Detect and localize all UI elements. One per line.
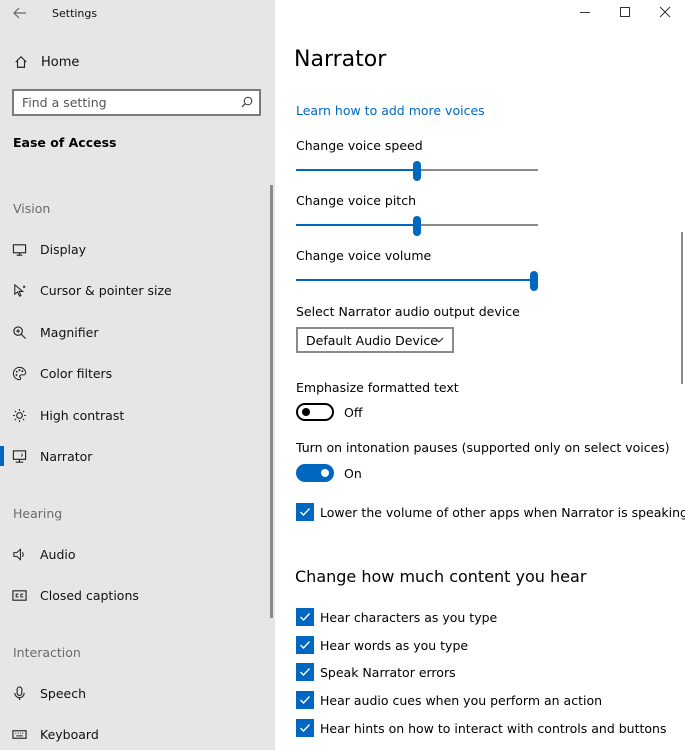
- sidebar-item-keyboard[interactable]: Keyboard: [0, 722, 270, 746]
- voice-speed-label: Change voice speed: [296, 138, 423, 153]
- brightness-icon: [12, 408, 27, 423]
- home-link[interactable]: Home: [14, 52, 79, 72]
- narrator-icon: [12, 449, 27, 464]
- section-title: Ease of Access: [13, 135, 117, 150]
- intonation-state: On: [344, 466, 362, 481]
- checkmark-icon: [296, 636, 314, 654]
- page-title: Narrator: [294, 47, 387, 72]
- sidebar-item-audio[interactable]: Audio: [0, 542, 270, 566]
- sidebar-item-closed-captions[interactable]: Closed captions: [0, 583, 270, 607]
- slider-thumb[interactable]: [413, 161, 421, 181]
- sidebar: Settings Home Ease of Access Vision Disp…: [0, 0, 275, 750]
- close-icon[interactable]: [657, 4, 673, 20]
- sidebar-item-label: Display: [40, 241, 87, 257]
- group-heading-interaction: Interaction: [13, 645, 81, 660]
- intonation-toggle[interactable]: [296, 464, 334, 482]
- window-title: Settings: [52, 7, 98, 20]
- sidebar-item-cursor-pointer-size[interactable]: Cursor & pointer size: [0, 278, 270, 302]
- sidebar-item-label: Speech: [40, 685, 87, 701]
- monitor-icon: [12, 242, 27, 257]
- slider-thumb[interactable]: [413, 216, 421, 236]
- sidebar-item-label: Narrator: [40, 448, 93, 464]
- maximize-icon[interactable]: [617, 4, 633, 20]
- intonation-label: Turn on intonation pauses (supported onl…: [296, 440, 670, 455]
- checkmark-icon: [296, 503, 314, 521]
- sidebar-item-label: Magnifier: [40, 324, 99, 340]
- sidebar-item-label: Keyboard: [40, 726, 99, 742]
- voice-pitch-slider[interactable]: [296, 215, 538, 236]
- voice-volume-slider[interactable]: [296, 270, 538, 291]
- home-label: Home: [41, 54, 80, 70]
- audio-device-label: Select Narrator audio output device: [296, 304, 520, 319]
- slider-thumb[interactable]: [530, 271, 538, 291]
- emphasize-toggle[interactable]: [296, 403, 334, 421]
- sidebar-item-label: Closed captions: [40, 587, 139, 603]
- main-scrollbar[interactable]: [681, 232, 683, 384]
- lower-volume-checkbox[interactable]: Lower the volume of other apps when Narr…: [296, 503, 685, 521]
- speak-errors-checkbox[interactable]: Speak Narrator errors: [296, 663, 456, 681]
- checkmark-icon: [296, 608, 314, 626]
- sidebar-item-color-filters[interactable]: Color filters: [0, 361, 270, 385]
- search-input[interactable]: [14, 91, 224, 114]
- cc-icon: [12, 588, 27, 603]
- audio-device-value: Default Audio Device: [306, 332, 438, 348]
- sidebar-scrollbar[interactable]: [270, 185, 273, 618]
- sidebar-item-high-contrast[interactable]: High contrast: [0, 403, 270, 427]
- hear-words-checkbox[interactable]: Hear words as you type: [296, 636, 468, 654]
- microphone-icon: [12, 685, 27, 701]
- emphasize-state: Off: [344, 405, 363, 420]
- sidebar-item-label: High contrast: [40, 407, 125, 423]
- keyboard-icon: [12, 727, 27, 742]
- hear-hints-checkbox[interactable]: Hear hints on how to interact with contr…: [296, 719, 666, 737]
- speaker-icon: [12, 547, 27, 562]
- add-voices-link[interactable]: Learn how to add more voices: [296, 103, 485, 118]
- home-icon: [15, 55, 27, 68]
- audio-device-dropdown[interactable]: Default Audio Device: [296, 327, 454, 353]
- checkbox-label: Speak Narrator errors: [320, 664, 456, 680]
- sidebar-item-speech[interactable]: Speech: [0, 681, 270, 705]
- voice-speed-slider[interactable]: [296, 160, 538, 181]
- sidebar-item-magnifier[interactable]: Magnifier: [0, 320, 270, 344]
- voice-pitch-label: Change voice pitch: [296, 193, 416, 208]
- group-heading-vision: Vision: [13, 201, 51, 216]
- emphasize-label: Emphasize formatted text: [296, 380, 459, 395]
- checkbox-label: Hear characters as you type: [320, 609, 498, 625]
- checkbox-label: Hear hints on how to interact with contr…: [320, 720, 667, 736]
- title-bar: Settings: [0, 0, 275, 28]
- voice-volume-label: Change voice volume: [296, 248, 432, 263]
- back-arrow-icon[interactable]: [12, 5, 28, 21]
- minimize-icon[interactable]: [577, 4, 593, 20]
- checkbox-label: Hear words as you type: [320, 637, 469, 653]
- audio-cues-checkbox[interactable]: Hear audio cues when you perform an acti…: [296, 691, 602, 709]
- checkbox-label: Lower the volume of other apps when Narr…: [320, 504, 685, 520]
- color-palette-icon: [12, 366, 27, 381]
- sidebar-item-label: Cursor & pointer size: [40, 282, 172, 298]
- checkmark-icon: [296, 719, 314, 737]
- chevron-down-icon: [434, 337, 444, 343]
- checkmark-icon: [296, 691, 314, 709]
- search-box[interactable]: [12, 89, 261, 116]
- search-icon[interactable]: [241, 96, 253, 108]
- checkbox-label: Hear audio cues when you perform an acti…: [320, 692, 603, 708]
- magnifier-icon: [12, 325, 27, 340]
- sidebar-item-label: Audio: [40, 546, 76, 562]
- content-heading: Change how much content you hear: [295, 567, 587, 586]
- hear-characters-checkbox[interactable]: Hear characters as you type: [296, 608, 497, 626]
- main-pane: Narrator Learn how to add more voices Ch…: [275, 0, 685, 750]
- sidebar-item-narrator[interactable]: Narrator: [0, 444, 270, 468]
- sidebar-item-label: Color filters: [40, 365, 113, 381]
- cursor-icon: [12, 283, 27, 298]
- group-heading-hearing: Hearing: [13, 506, 63, 521]
- checkmark-icon: [296, 663, 314, 681]
- sidebar-item-display[interactable]: Display: [0, 237, 270, 261]
